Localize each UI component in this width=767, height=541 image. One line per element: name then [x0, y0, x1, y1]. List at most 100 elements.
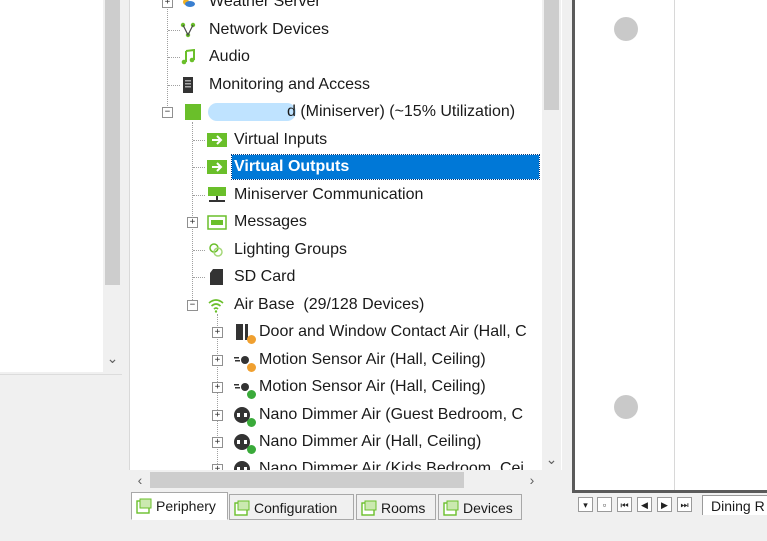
tab-label: Configuration: [254, 500, 338, 516]
tree-item-label: Virtual Outputs: [231, 154, 540, 180]
expand-icon[interactable]: +: [212, 410, 223, 421]
binder-hole: [614, 395, 638, 419]
rooms-tab-icon: [361, 500, 377, 516]
tab-label: Rooms: [381, 500, 426, 516]
next-sheet-button[interactable]: ▶: [657, 497, 672, 512]
tree-item-weather-server[interactable]: + Weather Server: [130, 0, 550, 15]
tree-item-virtual-outputs[interactable]: Virtual Outputs: [130, 154, 550, 180]
tab-periphery[interactable]: Periphery: [131, 492, 228, 520]
tree-connector: [168, 57, 180, 58]
canvas-border: [572, 490, 767, 493]
expand-icon[interactable]: +: [212, 437, 223, 448]
binder-hole: [614, 17, 638, 41]
device-icon: [183, 77, 193, 93]
messages-icon: [207, 215, 227, 230]
tree-item-nano-dimmer-kids[interactable]: + Nano Dimmer Air (Kids Bedroom, Cei: [130, 456, 562, 470]
expand-icon[interactable]: +: [212, 327, 223, 338]
scroll-down-button[interactable]: ▾: [578, 497, 593, 512]
expand-icon[interactable]: +: [187, 217, 198, 228]
wifi-icon: [208, 299, 224, 313]
page-margin-line: [674, 0, 675, 490]
tree-item-monitoring-and-access[interactable]: Monitoring and Access: [130, 72, 550, 98]
periphery-tree[interactable]: + Weather Server Network Devices Audio M…: [129, 0, 562, 470]
left-scrollbar-thumb[interactable]: [105, 0, 120, 285]
tree-item-label: Audio: [209, 48, 250, 65]
tab-label: Devices: [463, 500, 513, 516]
sheet-tab-dining-room[interactable]: Dining R: [702, 495, 767, 515]
tree-item-label: Monitoring and Access: [209, 76, 370, 93]
tree-item-label: d (Miniserver) (~15% Utilization): [287, 103, 516, 120]
status-indicator: [247, 335, 256, 344]
left-lower-panel: [0, 374, 122, 541]
periphery-tab-icon: [136, 498, 152, 514]
collapse-icon[interactable]: −: [187, 300, 198, 311]
tree-item-door-window-contact[interactable]: + Door and Window Contact Air (Hall, C: [130, 319, 562, 345]
tree-item-nano-dimmer-hall[interactable]: + Nano Dimmer Air (Hall, Ceiling): [130, 429, 562, 455]
tree-item-label: Air Base (29/128 Devices): [234, 296, 425, 313]
tree-connector: [168, 30, 180, 31]
tree-item-virtual-inputs[interactable]: Virtual Inputs: [130, 127, 550, 153]
miniserver-icon: [185, 104, 201, 120]
tree-item-motion-sensor-1[interactable]: + Motion Sensor Air (Hall, Ceiling): [130, 347, 562, 373]
tree-scroll-down-arrow[interactable]: ⌄: [542, 448, 561, 470]
tree-item-miniserver-communication[interactable]: Miniserver Communication: [130, 182, 550, 208]
tree-item-motion-sensor-2[interactable]: + Motion Sensor Air (Hall, Ceiling): [130, 374, 562, 400]
tab-rooms[interactable]: Rooms: [356, 494, 436, 520]
tree-item-label: Network Devices: [209, 21, 330, 38]
tree-item-label: Virtual Inputs: [234, 131, 328, 148]
tree-item-label: Miniserver Communication: [234, 186, 424, 203]
communication-icon: [208, 187, 226, 202]
tree-item-sd-card[interactable]: SD Card: [130, 264, 550, 290]
plan-canvas[interactable]: [572, 0, 767, 493]
tree-item-miniserver[interactable]: − d (Miniserver) (~15% Utilization): [130, 99, 550, 125]
configuration-tab-icon: [234, 500, 250, 516]
previous-sheet-button[interactable]: ◀: [637, 497, 652, 512]
tree-item-air-base[interactable]: − Air Base (29/128 Devices): [130, 292, 550, 318]
music-note-icon: [181, 49, 195, 65]
status-indicator: [247, 418, 256, 427]
tree-item-label: Nano Dimmer Air (Kids Bedroom, Cei: [259, 460, 524, 470]
expand-icon[interactable]: +: [162, 0, 173, 8]
redacted-name: [208, 103, 296, 121]
tree-connector: [193, 277, 205, 278]
status-indicator: [247, 390, 256, 399]
scroll-left-arrow[interactable]: ‹: [131, 470, 149, 490]
expand-icon[interactable]: +: [212, 382, 223, 393]
tree-horizontal-scrollbar-thumb[interactable]: [150, 472, 464, 488]
tab-configuration[interactable]: Configuration: [229, 494, 354, 520]
page-setup-button[interactable]: ▫: [597, 497, 612, 512]
expand-icon[interactable]: +: [212, 355, 223, 366]
tree-item-label: Messages: [234, 213, 307, 230]
scroll-right-arrow[interactable]: ›: [523, 470, 541, 490]
tree-item-nano-dimmer-guest[interactable]: + Nano Dimmer Air (Guest Bedroom, C: [130, 402, 562, 428]
left-list-area[interactable]: [0, 0, 103, 372]
devices-tab-icon: [443, 500, 459, 516]
tree-item-network-devices[interactable]: Network Devices: [130, 17, 550, 43]
tree-item-label: Nano Dimmer Air (Hall, Ceiling): [259, 433, 482, 450]
tree-connector: [193, 167, 205, 168]
tree-item-label: Motion Sensor Air (Hall, Ceiling): [259, 378, 486, 395]
first-sheet-button[interactable]: ⏮: [617, 497, 632, 512]
tree-item-lighting-groups[interactable]: Lighting Groups: [130, 237, 550, 263]
tree-item-label: Door and Window Contact Air (Hall, C: [259, 323, 527, 340]
scrollbar-corner: [542, 470, 561, 490]
sd-card-icon: [210, 269, 223, 285]
tree-connector: [168, 85, 180, 86]
tree-item-label: Nano Dimmer Air (Guest Bedroom, C: [259, 406, 524, 423]
status-indicator: [247, 445, 256, 454]
weather-icon: [183, 0, 195, 7]
status-indicator: [247, 363, 256, 372]
left-scroll-down-arrow[interactable]: ⌄: [103, 347, 122, 369]
network-icon: [180, 22, 196, 38]
tree-connector: [193, 140, 205, 141]
tree-item-messages[interactable]: + Messages: [130, 209, 550, 235]
dimmer-icon: [234, 461, 250, 470]
tab-devices[interactable]: Devices: [438, 494, 522, 520]
last-sheet-button[interactable]: ⏭: [677, 497, 692, 512]
tree-item-audio[interactable]: Audio: [130, 44, 550, 70]
tree-vertical-scrollbar-thumb[interactable]: [544, 0, 559, 110]
collapse-icon[interactable]: −: [162, 107, 173, 118]
tree-item-label: Lighting Groups: [234, 241, 347, 258]
tab-label: Periphery: [156, 498, 216, 514]
tree-item-label: Weather Server: [209, 0, 321, 10]
